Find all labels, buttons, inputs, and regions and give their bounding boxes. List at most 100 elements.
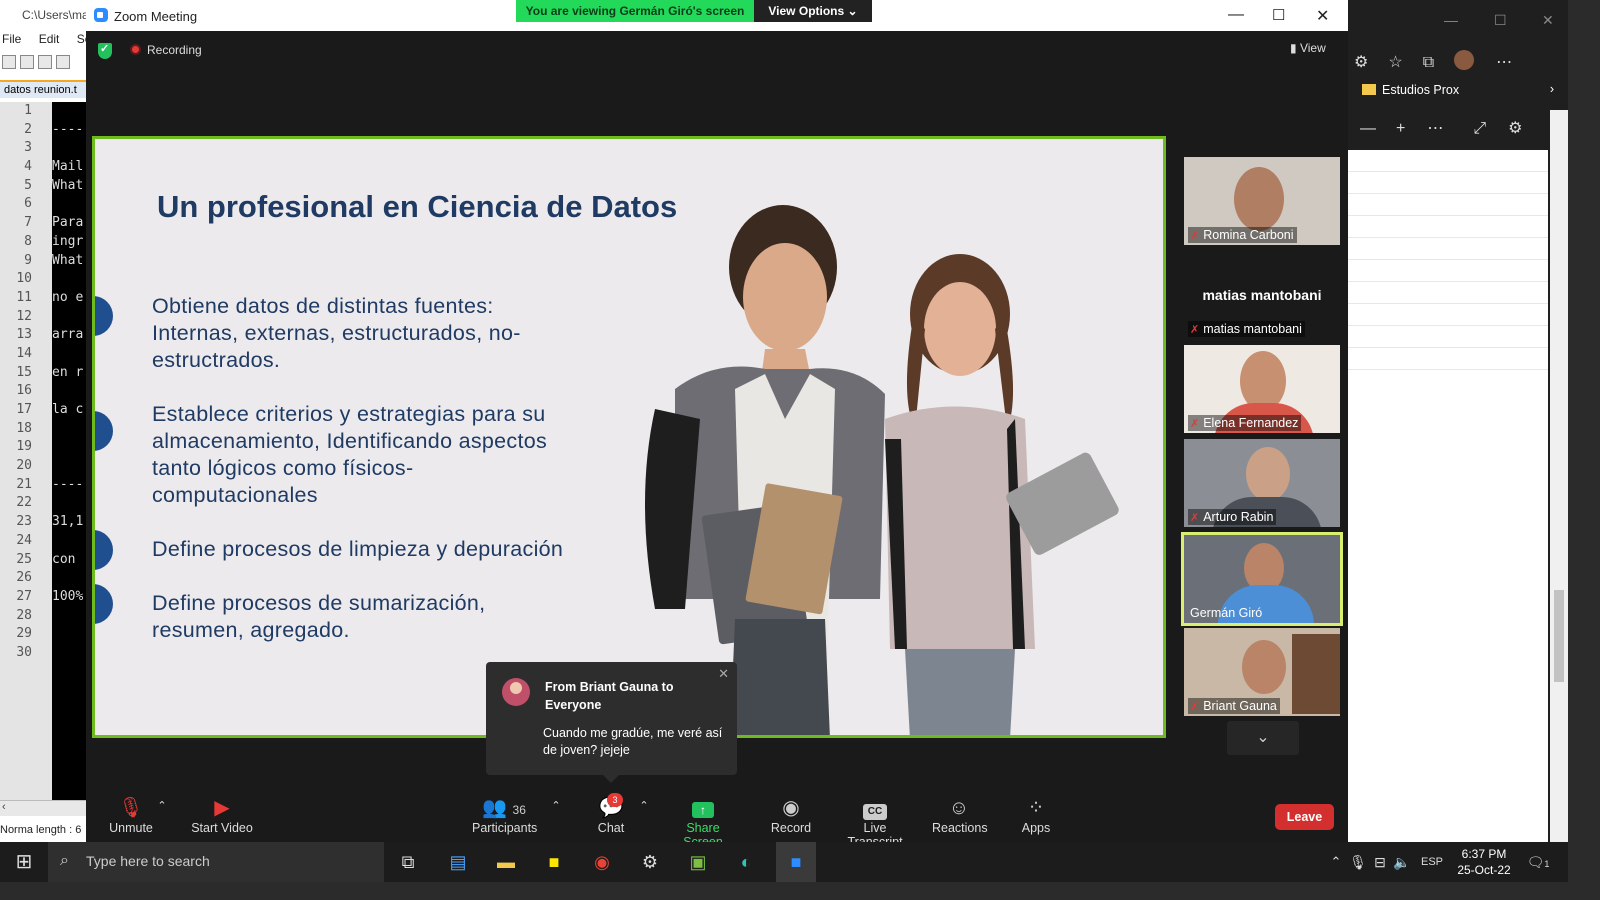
line-number: 7 [24, 215, 32, 231]
participant-tile[interactable]: ✗ Briant Gauna [1184, 628, 1340, 716]
chat-caret[interactable]: ⌃ [638, 799, 650, 812]
unmute-label: Unmute [109, 821, 153, 835]
slide-bullet: Obtiene datos de distintas fuentes: Inte… [95, 293, 521, 374]
maximize-icon[interactable]: ☐ [1494, 12, 1507, 29]
line-number: 23 [16, 514, 32, 530]
favorite-folder[interactable]: Estudios Prox [1382, 83, 1459, 97]
record-dot-icon [130, 44, 141, 55]
reactions-button[interactable]: ☺ Reactions [932, 795, 988, 835]
chevron-right-icon[interactable]: › [1550, 82, 1554, 96]
menu-edit[interactable]: Edit [39, 32, 60, 46]
menu-file[interactable]: File [2, 32, 21, 46]
file-explorer-icon[interactable]: ▬ [492, 848, 520, 876]
save-icon[interactable] [38, 55, 52, 69]
language-indicator[interactable]: ESP [1418, 848, 1446, 876]
vertical-scrollbar[interactable] [1550, 110, 1568, 842]
bullet-line: Obtiene datos de distintas fuentes: [152, 294, 494, 318]
view-button[interactable]: ▮ View [1290, 41, 1326, 55]
avatar[interactable] [1454, 50, 1475, 70]
share-screen-button[interactable]: ↑ Share Screen [666, 795, 740, 849]
start-video-button[interactable]: ▶ Start Video [190, 795, 254, 835]
security-shield-icon[interactable] [98, 42, 112, 59]
notepad-plus-icon[interactable]: ▣ [684, 848, 712, 876]
zoom-taskbar-icon[interactable]: ■ [776, 842, 816, 882]
shared-screen: Un profesional en Ciencia de Datos Obtie… [92, 136, 1166, 738]
horizontal-scrollbar[interactable]: ‹ [0, 800, 86, 816]
settings-gear-icon[interactable]: ⚙ [1508, 120, 1522, 137]
participant-tile[interactable]: matias mantobani ✗ matias mantobani [1184, 251, 1340, 339]
more-icon[interactable]: ⋯ [1427, 120, 1443, 137]
more-icon[interactable]: ⋯ [1496, 54, 1512, 71]
taskbar-search[interactable]: ⌕ Type here to search [48, 842, 384, 882]
edge-icon[interactable]: ◐ [732, 848, 760, 876]
notifications-icon[interactable]: 🗨1 [1524, 848, 1552, 876]
audio-options-caret[interactable]: ⌃ [156, 799, 168, 812]
bullet-line: estructrados. [152, 348, 281, 372]
code-line: Para [52, 215, 84, 231]
minimize-icon[interactable]: — [1444, 12, 1458, 28]
maximize-icon[interactable]: ☐ [1272, 6, 1285, 24]
caret-up-icon: ⌃ [551, 800, 561, 812]
participant-display-name: matias mantobani [1202, 287, 1322, 303]
task-view-icon[interactable]: ⧉ [394, 848, 422, 876]
live-transcript-button[interactable]: CC Live Transcript [836, 795, 914, 849]
view-options-button[interactable]: View Options ⌄ [754, 0, 872, 22]
participants-caret[interactable]: ⌃ [550, 799, 562, 812]
muted-mic-icon: 🎙 [118, 797, 144, 819]
chat-label: Chat [597, 821, 625, 835]
code-line: ingr [52, 233, 84, 249]
clock[interactable]: 6:37 PM 25-Oct-22 [1452, 846, 1516, 878]
chrome-icon[interactable]: ◉ [588, 848, 616, 876]
collections-icon[interactable]: ⧉ [1423, 54, 1434, 71]
zoom-in-icon[interactable]: + [1396, 120, 1405, 137]
line-number: 8 [24, 233, 32, 249]
participant-name-text: matias mantobani [1203, 322, 1302, 336]
participant-tile[interactable]: ✗ Elena Fernandez [1184, 345, 1340, 433]
close-icon[interactable]: ✕ [718, 666, 729, 682]
participants-count: 36 [512, 803, 526, 817]
bullet-line: Establece criterios y estrategias para s… [152, 402, 546, 426]
expand-icon[interactable]: ⤢ [1473, 120, 1486, 137]
line-numbers: 1 2 3 4 5 6 7 8 9 10 11 12 13 14 15 16 17 18 19 20 21 22 23 24 2… [0, 102, 52, 802]
notepad-toolbar [2, 52, 86, 74]
favorites-icon[interactable]: ☆ [1388, 54, 1402, 71]
line-number: 25 [16, 551, 32, 567]
scroll-thumb[interactable] [1554, 590, 1564, 682]
sticky-notes-icon[interactable]: ■ [540, 848, 568, 876]
line-number: 16 [16, 383, 32, 399]
save-all-icon[interactable] [56, 55, 70, 69]
gallery-next-button[interactable]: ⌄ [1227, 721, 1299, 755]
open-file-icon[interactable] [20, 55, 34, 69]
apps-button[interactable]: ⁘ Apps [1016, 795, 1056, 835]
participants-button[interactable]: 👥 36 Participants [472, 795, 537, 835]
new-file-icon[interactable] [2, 55, 16, 69]
code-area[interactable]: ---- Mail What Para ingr What no e arra en r la c… [52, 102, 86, 802]
participant-video [1242, 640, 1286, 694]
leave-button[interactable]: Leave [1275, 804, 1334, 830]
record-button[interactable]: ◉ Record [766, 795, 816, 835]
record-icon: ◉ [782, 797, 800, 819]
extensions-icon[interactable]: ⚙ [1354, 54, 1368, 71]
recording-indicator[interactable]: Recording [130, 43, 202, 57]
chat-notification[interactable]: From Briant Gauna to Everyone Cuando me … [486, 662, 737, 783]
zoom-out-icon[interactable]: — [1360, 120, 1376, 137]
participant-tile[interactable]: ✗ Arturo Rabin [1184, 439, 1340, 527]
close-icon[interactable]: ✕ [1542, 12, 1554, 29]
participant-tile[interactable]: ✗ Romina Carboni [1184, 157, 1340, 245]
file-tab[interactable]: datos reunion.t [0, 80, 86, 98]
active-speaker-tile[interactable]: Germán Giró [1181, 532, 1343, 626]
settings-gear-icon[interactable]: ⚙ [636, 848, 664, 876]
app-icon[interactable]: ▤ [444, 848, 472, 876]
participant-video [1246, 447, 1290, 501]
unmute-button[interactable]: 🎙 Unmute [106, 795, 156, 835]
minimize-icon[interactable]: — [1228, 6, 1244, 24]
chat-button[interactable]: 💬 3 Chat [591, 793, 631, 835]
windows-start-icon[interactable]: ⊞ [10, 848, 38, 876]
muted-mic-icon: ✗ [1190, 230, 1200, 242]
line-number: 4 [24, 159, 32, 175]
apps-label: Apps [1021, 821, 1051, 835]
close-icon[interactable]: ✕ [1316, 6, 1329, 26]
volume-icon[interactable]: 🔈 [1388, 848, 1416, 876]
line-number: 28 [16, 607, 32, 623]
